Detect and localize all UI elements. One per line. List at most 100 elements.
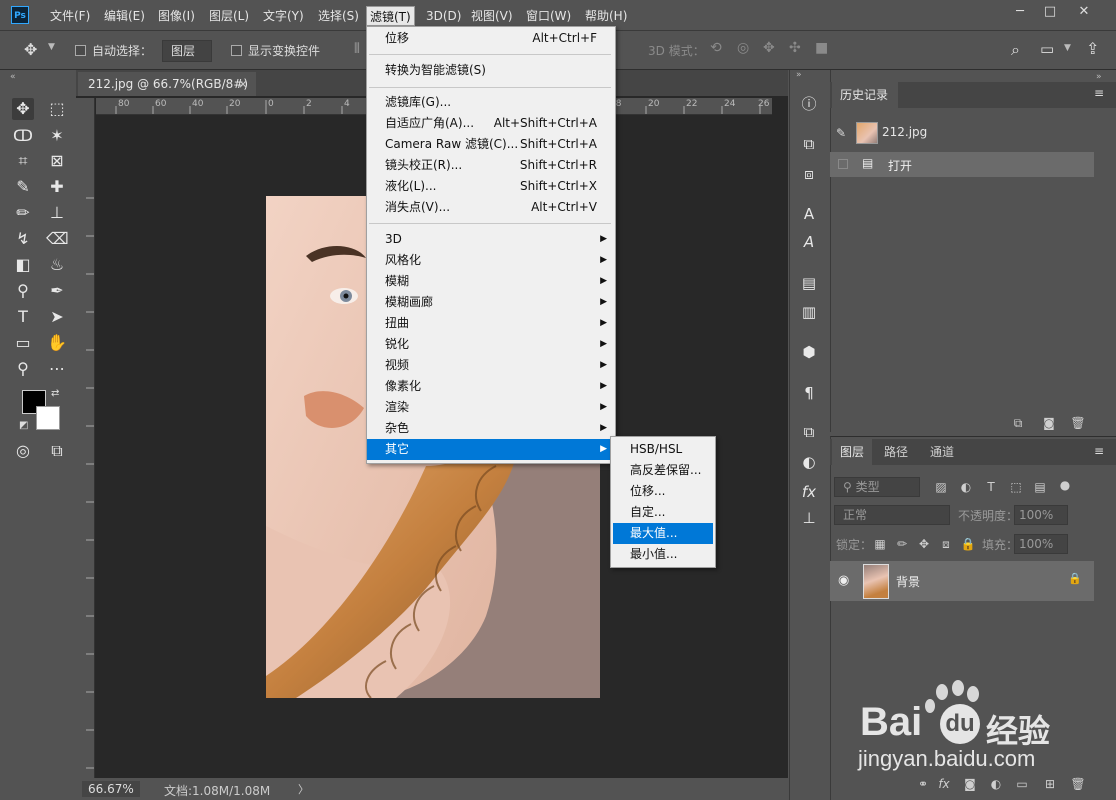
type-tool-icon[interactable]: T bbox=[12, 306, 34, 328]
history-snapshot[interactable]: ✎ 212.jpg bbox=[830, 118, 1094, 148]
close-button[interactable]: ✕ bbox=[1074, 2, 1094, 22]
move-tool-icon[interactable]: ✥ bbox=[12, 98, 34, 120]
history-brush-icon[interactable]: ↯ bbox=[12, 228, 34, 250]
dodge-tool-icon[interactable]: ⚲ bbox=[12, 280, 34, 302]
lasso-tool-icon[interactable]: ↀ bbox=[12, 125, 34, 147]
collapse-arrows-icon[interactable]: » bbox=[1096, 72, 1102, 82]
show-transform-checkbox[interactable] bbox=[231, 45, 242, 56]
actions-icon[interactable]: ⊥ bbox=[797, 506, 821, 530]
submenu-blur-gallery[interactable]: 模糊画廊 ▶ bbox=[367, 292, 613, 313]
pixel-layer-filter-icon[interactable]: ▨ bbox=[933, 479, 949, 495]
marquee-tool-icon[interactable]: ⬚ bbox=[46, 98, 68, 120]
frame-tool-icon[interactable]: ⊠ bbox=[46, 150, 68, 172]
menu-item-minimum[interactable]: 最小值... bbox=[613, 544, 713, 565]
3d-slide-icon[interactable]: ✣ bbox=[789, 40, 801, 56]
share-icon[interactable]: ⇪ bbox=[1086, 39, 1099, 58]
menu-file[interactable]: 文件(F) bbox=[47, 6, 93, 26]
menu-layer[interactable]: 图层(L) bbox=[206, 6, 252, 26]
filter-toggle-icon[interactable]: ● bbox=[1057, 477, 1073, 493]
panel-menu-icon[interactable]: ≡ bbox=[1094, 444, 1104, 458]
menu-item-high-pass[interactable]: 高反差保留... bbox=[613, 460, 713, 481]
info-icon[interactable]: ⓘ bbox=[797, 92, 821, 116]
notes-icon[interactable]: ▤ bbox=[797, 271, 821, 295]
menu-edit[interactable]: 编辑(E) bbox=[101, 6, 148, 26]
menu-type[interactable]: 文字(Y) bbox=[260, 6, 307, 26]
menu-item-hsb-hsl[interactable]: HSB/HSL bbox=[613, 439, 713, 460]
3d-panel-icon[interactable]: ⬢ bbox=[797, 340, 821, 364]
zoom-tool-icon[interactable]: ⚲ bbox=[12, 358, 34, 380]
submenu-noise[interactable]: 杂色 ▶ bbox=[367, 418, 613, 439]
submenu-pixelate[interactable]: 像素化 ▶ bbox=[367, 376, 613, 397]
auto-select-target-dropdown[interactable]: 图层 bbox=[162, 40, 212, 62]
menu-item-lens-correction[interactable]: 镜头校正(R)... Shift+Ctrl+R bbox=[367, 155, 613, 176]
document-tab[interactable]: 212.jpg @ 66.7%(RGB/8#) × bbox=[78, 72, 256, 96]
history-source-checkbox[interactable] bbox=[838, 159, 848, 169]
lock-all-icon[interactable]: 🔒 bbox=[960, 536, 976, 552]
healing-brush-icon[interactable]: ✚ bbox=[46, 176, 68, 198]
lock-transparent-icon[interactable]: ▦ bbox=[872, 536, 888, 552]
tab-layers[interactable]: 图层 bbox=[832, 439, 873, 465]
collapse-arrows-icon[interactable]: « bbox=[10, 72, 16, 82]
character-icon[interactable]: A bbox=[797, 202, 821, 226]
history-brush-source-icon[interactable]: ✎ bbox=[836, 126, 846, 140]
close-tab-icon[interactable]: × bbox=[238, 72, 248, 96]
quick-mask-icon[interactable]: ◎ bbox=[12, 440, 34, 462]
menu-item-vanishing-point[interactable]: 消失点(V)... Alt+Ctrl+V bbox=[367, 197, 613, 218]
gradient-tool-icon[interactable]: ◧ bbox=[12, 254, 34, 276]
fx-icon[interactable]: fx bbox=[797, 480, 821, 504]
stamp-tool-icon[interactable]: ⊥ bbox=[46, 202, 68, 224]
adjustments-icon[interactable]: ⧉ bbox=[797, 420, 821, 444]
workspace-icon[interactable]: ▭ bbox=[1040, 40, 1054, 58]
submenu-video[interactable]: 视频 ▶ bbox=[367, 355, 613, 376]
3d-scale-icon[interactable]: ■ bbox=[815, 40, 828, 56]
3d-roll-icon[interactable]: ◎ bbox=[737, 40, 749, 56]
menu-item-convert-smart-filter[interactable]: 转换为智能滤镜(S) bbox=[367, 60, 613, 81]
tab-paths[interactable]: 路径 bbox=[876, 439, 916, 465]
menu-item-camera-raw[interactable]: Camera Raw 滤镜(C)... Shift+Ctrl+A bbox=[367, 134, 613, 155]
pen-tool-icon[interactable]: ✒ bbox=[46, 280, 68, 302]
chevron-down-icon[interactable]: ▼ bbox=[1064, 43, 1071, 53]
adjustment-filter-icon[interactable]: ◐ bbox=[958, 479, 974, 495]
menu-item-offset[interactable]: 位移... bbox=[613, 481, 713, 502]
layer-row[interactable]: ◉ 背景 🔒 bbox=[830, 561, 1094, 601]
crop-tool-icon[interactable]: ⌗ bbox=[12, 150, 34, 172]
menu-item-liquify[interactable]: 液化(L)... Shift+Ctrl+X bbox=[367, 176, 613, 197]
submenu-render[interactable]: 渲染 ▶ bbox=[367, 397, 613, 418]
camera-icon[interactable]: ◙ bbox=[1041, 415, 1057, 431]
submenu-3d[interactable]: 3D ▶ bbox=[367, 229, 613, 250]
menu-3d[interactable]: 3D(D) bbox=[423, 6, 464, 26]
more-tools-icon[interactable]: ⋯ bbox=[46, 358, 68, 380]
swap-colors-icon[interactable]: ⇄ bbox=[51, 388, 59, 399]
lock-artboard-icon[interactable]: ⧈ bbox=[938, 536, 954, 552]
menu-select[interactable]: 选择(S) bbox=[315, 6, 362, 26]
minimize-button[interactable]: ─ bbox=[1010, 2, 1030, 22]
smart-object-filter-icon[interactable]: ▤ bbox=[1032, 479, 1048, 495]
brush-settings-icon[interactable]: ⧉ bbox=[797, 132, 821, 156]
blend-mode-dropdown[interactable]: 正常 bbox=[834, 505, 950, 525]
search-icon[interactable]: ⌕ bbox=[1011, 40, 1020, 60]
submenu-stylize[interactable]: 风格化 ▶ bbox=[367, 250, 613, 271]
properties-icon[interactable]: ▥ bbox=[797, 300, 821, 324]
menu-help[interactable]: 帮助(H) bbox=[582, 6, 630, 26]
3d-pan-icon[interactable]: ✥ bbox=[763, 40, 775, 56]
submenu-blur[interactable]: 模糊 ▶ bbox=[367, 271, 613, 292]
tab-channels[interactable]: 通道 bbox=[922, 439, 962, 465]
menu-item-adaptive-wide-angle[interactable]: 自适应广角(A)... Alt+Shift+Ctrl+A bbox=[367, 113, 613, 134]
submenu-other[interactable]: 其它 ▶ bbox=[367, 439, 613, 460]
panel-menu-icon[interactable]: ≡ bbox=[1094, 86, 1104, 100]
brush-tool-icon[interactable]: ✏ bbox=[12, 202, 34, 224]
lock-pixels-icon[interactable]: ✏ bbox=[894, 536, 910, 552]
glyphs-icon[interactable]: A bbox=[797, 230, 821, 254]
screen-mode-icon[interactable]: ⧉ bbox=[46, 440, 68, 462]
chevron-down-icon[interactable]: ▼ bbox=[48, 42, 55, 52]
eyedropper-icon[interactable]: ✎ bbox=[12, 176, 34, 198]
magic-wand-icon[interactable]: ✶ bbox=[46, 125, 68, 147]
eraser-icon[interactable]: ⌫ bbox=[46, 228, 69, 250]
background-color-swatch[interactable] bbox=[36, 406, 60, 430]
submenu-sharpen[interactable]: 锐化 ▶ bbox=[367, 334, 613, 355]
layer-filter-kind[interactable]: ⚲ 类型 bbox=[834, 477, 920, 497]
lock-position-icon[interactable]: ✥ bbox=[916, 536, 932, 552]
hand-tool-icon[interactable]: ✋ bbox=[46, 332, 68, 354]
menu-item-filter-gallery[interactable]: 滤镜库(G)... bbox=[367, 92, 613, 113]
menu-item-custom[interactable]: 自定... bbox=[613, 502, 713, 523]
